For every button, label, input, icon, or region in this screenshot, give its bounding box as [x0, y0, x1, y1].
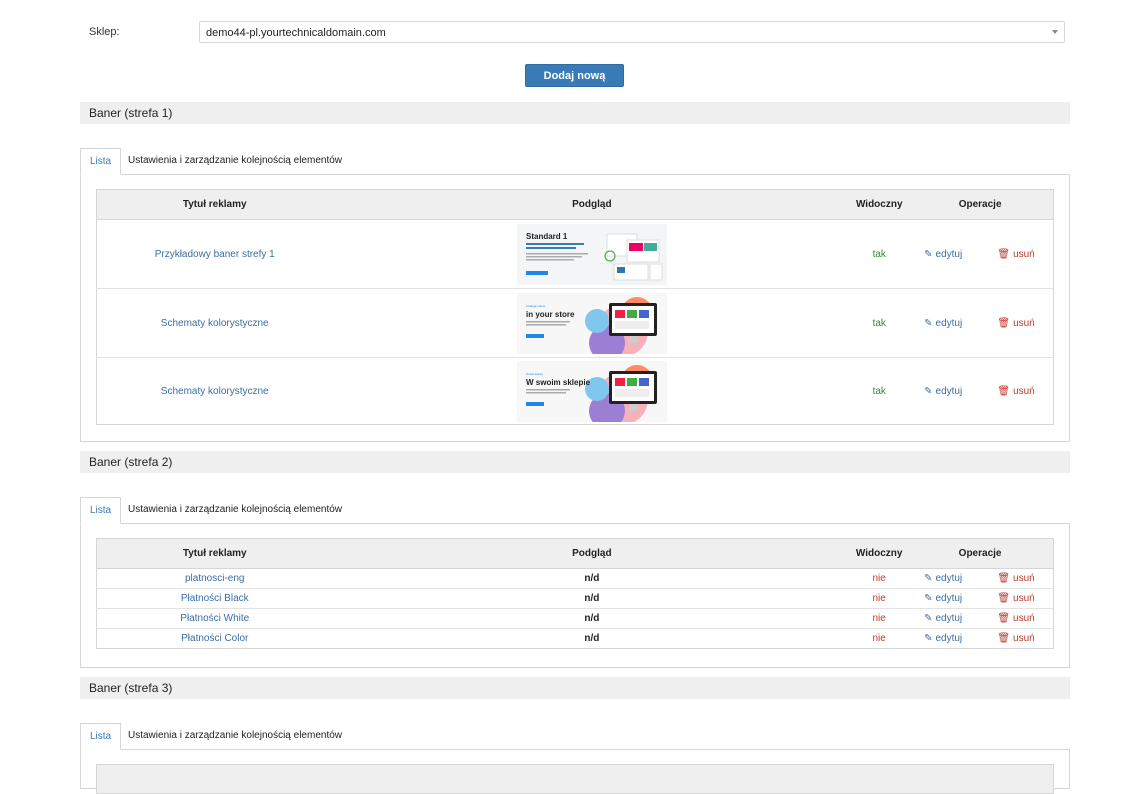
add-ad-button[interactable]: Dodaj nową reklamę — [525, 64, 624, 105]
table-row: Płatności White n/d nie ✎ edytuj 🗑 usuń — [96, 608, 1054, 629]
chevron-down-icon — [1052, 30, 1058, 34]
delete-button[interactable]: 🗑 usuń — [997, 613, 1034, 624]
trash-icon: 🗑 — [997, 593, 1011, 604]
trash-icon: 🗑 — [997, 248, 1011, 260]
edit-button[interactable]: ✎ edytuj — [924, 633, 962, 644]
preview-heading: in your store — [526, 310, 575, 319]
col-visible: Widoczny — [851, 538, 908, 569]
edit-icon: ✎ — [924, 317, 933, 329]
edit-button[interactable]: ✎ edytuj — [924, 386, 962, 397]
table-row: Płatności Black n/d nie ✎ edytuj 🗑 usuń — [96, 588, 1054, 609]
edit-icon: ✎ — [924, 633, 933, 644]
trash-icon: 🗑 — [997, 633, 1011, 644]
tab-settings-zone-3[interactable]: Ustawienia i zarządzanie kolejnością ele… — [119, 723, 351, 750]
tab-list-zone-1[interactable]: Lista — [80, 148, 122, 175]
section-heading-zone-2: Baner (strefa 2) — [80, 451, 1070, 473]
visible-status: tak — [872, 248, 886, 260]
edit-icon: ✎ — [924, 593, 933, 604]
trash-icon: 🗑 — [997, 317, 1011, 329]
trash-icon: 🗑 — [997, 613, 1011, 624]
edit-button[interactable]: ✎ edytuj — [924, 613, 962, 624]
col-title: Tytuł reklamy — [96, 538, 333, 569]
preview-na: n/d — [584, 633, 600, 644]
edit-icon: ✎ — [924, 385, 933, 397]
svg-text:Zmień kolory: Zmień kolory — [526, 372, 544, 376]
trash-icon: 🗑 — [997, 385, 1011, 397]
table-row: Schematy kolorystyczne — [96, 288, 1054, 358]
tab-list-zone-2[interactable]: Lista — [80, 497, 122, 524]
panel-zone-2: Tytuł reklamy Podgląd Widoczny Operacje … — [80, 523, 1070, 668]
table-row: platnosci-eng n/d nie ✎ edytuj 🗑 usuń — [96, 568, 1054, 589]
tab-list-zone-3[interactable]: Lista — [80, 723, 122, 750]
ad-preview-image: Change colors in your store — [516, 292, 667, 354]
edit-icon: ✎ — [924, 573, 933, 584]
ad-preview-image: Zmień kolory W swoim sklepie — [516, 360, 667, 422]
delete-button[interactable]: 🗑 usuń — [997, 386, 1034, 397]
visible-status: nie — [872, 633, 886, 644]
edit-button[interactable]: ✎ edytuj — [924, 593, 962, 604]
table-row: Płatności Color n/d nie ✎ edytuj 🗑 usuń — [96, 628, 1054, 649]
preview-heading: Standard 1 — [526, 232, 568, 241]
ad-title-link[interactable]: Płatności White — [180, 613, 249, 624]
tab-settings-zone-2[interactable]: Ustawienia i zarządzanie kolejnością ele… — [119, 497, 351, 524]
preview-na: n/d — [584, 573, 600, 584]
visible-status: tak — [872, 317, 886, 329]
ad-title-link[interactable]: Przykładowy baner strefy 1 — [155, 249, 275, 260]
visible-status: tak — [872, 385, 886, 397]
col-title: Tytuł reklamy — [96, 189, 333, 220]
ad-title-link[interactable]: Schematy kolorystyczne — [161, 386, 269, 397]
panel-zone-1: Tytuł reklamy Podgląd Widoczny Operacje … — [80, 174, 1070, 442]
col-preview: Podgląd — [332, 189, 852, 220]
ad-title-link[interactable]: Płatności Color — [181, 633, 248, 644]
shop-label: Sklep: — [89, 26, 120, 38]
ad-title-link[interactable]: Schematy kolorystyczne — [161, 318, 269, 329]
delete-button[interactable]: 🗑 usuń — [997, 249, 1034, 260]
ads-table-zone-1: Tytuł reklamy Podgląd Widoczny Operacje … — [96, 189, 1054, 425]
tab-settings-zone-1[interactable]: Ustawienia i zarządzanie kolejnością ele… — [119, 148, 351, 175]
panel-zone-3 — [80, 749, 1070, 794]
preview-heading: W swoim sklepie — [526, 378, 591, 387]
visible-status: nie — [872, 613, 886, 624]
col-visible: Widoczny — [851, 189, 908, 220]
trash-icon: 🗑 — [997, 573, 1011, 584]
section-heading-zone-1: Baner (strefa 1) — [80, 102, 1070, 124]
edit-button[interactable]: ✎ edytuj — [924, 573, 962, 584]
table-header-zone-3 — [96, 764, 1054, 794]
delete-button[interactable]: 🗑 usuń — [997, 633, 1034, 644]
table-row: Schematy kolorystyczne — [96, 357, 1054, 425]
visible-status: nie — [872, 593, 886, 604]
delete-button[interactable]: 🗑 usuń — [997, 573, 1034, 584]
shop-select[interactable]: demo44-pl.yourtechnicaldomain.com — [199, 21, 1065, 43]
ads-table-zone-2: Tytuł reklamy Podgląd Widoczny Operacje … — [96, 538, 1054, 649]
col-ops: Operacje — [907, 189, 1054, 220]
shop-select-value: demo44-pl.yourtechnicaldomain.com — [206, 27, 386, 39]
section-heading-zone-3: Baner (strefa 3) — [80, 677, 1070, 699]
ad-title-link[interactable]: platnosci-eng — [185, 573, 244, 584]
preview-na: n/d — [584, 613, 600, 624]
svg-text:Change colors: Change colors — [526, 304, 546, 308]
table-row: Przykładowy baner strefy 1 Standard 1 ta… — [96, 219, 1054, 289]
ad-title-link[interactable]: Płatności Black — [181, 593, 249, 604]
edit-button[interactable]: ✎ edytuj — [924, 249, 962, 260]
edit-icon: ✎ — [924, 613, 933, 624]
edit-button[interactable]: ✎ edytuj — [924, 318, 962, 329]
edit-icon: ✎ — [924, 248, 933, 260]
col-preview: Podgląd — [332, 538, 852, 569]
delete-button[interactable]: 🗑 usuń — [997, 593, 1034, 604]
col-ops: Operacje — [907, 538, 1054, 569]
ad-preview-image: Standard 1 — [516, 223, 667, 285]
preview-na: n/d — [584, 593, 600, 604]
visible-status: nie — [872, 573, 886, 584]
delete-button[interactable]: 🗑 usuń — [997, 318, 1034, 329]
